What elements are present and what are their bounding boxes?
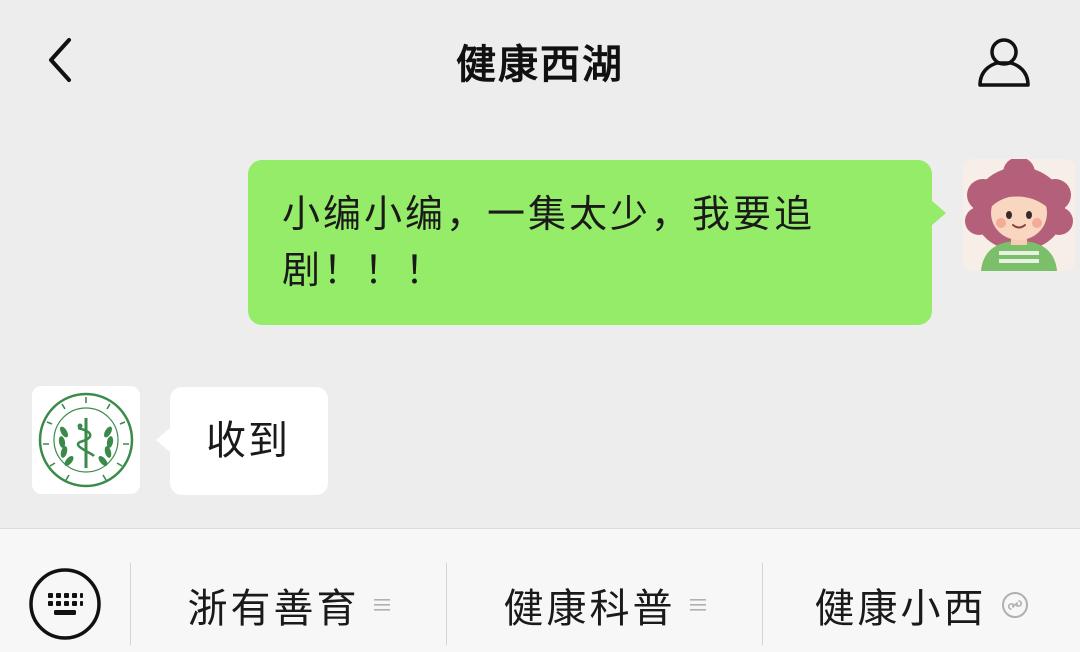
page-title: 健康西湖 xyxy=(456,42,624,88)
nav-header: 健康西湖 xyxy=(0,0,1080,120)
menu-lines-icon xyxy=(689,598,706,612)
message-text-line: 小编小编，一集太少，我要追 xyxy=(282,192,816,236)
chat-area[interactable]: 小编小编，一集太少，我要追 剧！！！ 收到 xyxy=(0,120,1080,528)
message-text-line: 剧！！！ xyxy=(282,248,447,292)
menu-item-label: 浙有善育 xyxy=(187,586,360,632)
user-avatar-illustration xyxy=(963,159,1075,271)
user-avatar[interactable] xyxy=(963,159,1075,271)
menu-item-health-science[interactable]: 健康科普 xyxy=(447,567,762,643)
menu-item-label: 健康科普 xyxy=(503,586,676,632)
menu-lines-icon xyxy=(373,598,390,612)
org-logo-avatar[interactable] xyxy=(32,386,140,494)
menu-item-health-xiaoxi[interactable]: 健康小西 xyxy=(763,567,1080,643)
bottom-menu-bar: 浙有善育 健康科普 健康小西 xyxy=(0,528,1080,652)
person-icon xyxy=(978,38,1030,87)
mini-program-icon xyxy=(1001,591,1029,619)
org-logo-icon xyxy=(32,386,140,494)
message-bubble-incoming[interactable]: 收到 xyxy=(156,387,328,495)
menu-item-zheyoushanyu[interactable]: 浙有善育 xyxy=(131,567,446,643)
menu-item-label: 健康小西 xyxy=(814,586,987,632)
message-bubble-outgoing[interactable]: 小编小编，一集太少，我要追 剧！！！ xyxy=(248,160,946,325)
profile-button[interactable] xyxy=(972,32,1036,92)
keyboard-toggle-button[interactable] xyxy=(28,567,102,641)
keyboard-icon xyxy=(29,568,101,640)
